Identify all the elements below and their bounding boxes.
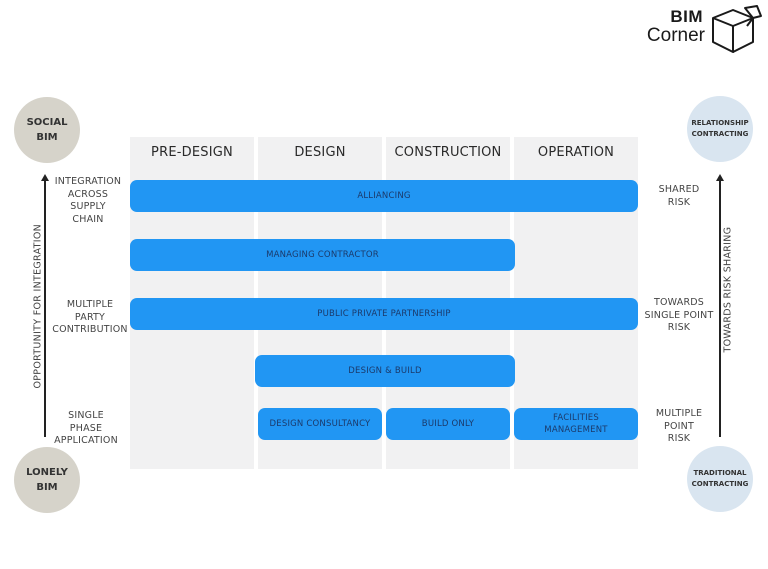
- open-box-icon: [712, 5, 762, 53]
- label-line: PARTY: [74, 311, 106, 323]
- circle-social-bim: SOCIAL BIM: [14, 97, 80, 163]
- label-line: ACROSS: [67, 188, 109, 200]
- circle-text: BIM: [36, 132, 58, 143]
- left-level-label: MULTIPLE PARTY CONTRIBUTION: [50, 299, 130, 337]
- circle-text: RELATIONSHIP: [691, 119, 749, 127]
- integration-axis-line: [44, 180, 46, 437]
- bim-corner-logo: BIM Corner: [640, 4, 765, 56]
- label-line: CHAIN: [72, 213, 104, 225]
- bar-facilities-management: FACILITIES MANAGEMENT: [514, 408, 638, 440]
- bar-managing-contractor: MANAGING CONTRACTOR: [130, 239, 515, 271]
- column-header-pre-design: PRE-DESIGN: [151, 145, 233, 160]
- circle-text: SOCIAL: [26, 117, 68, 128]
- risk-sharing-axis-line: [719, 180, 721, 437]
- bar-label: DESIGN CONSULTANCY: [269, 419, 371, 429]
- circle-relationship-contracting: RELATIONSHIP CONTRACTING: [687, 96, 753, 162]
- circle-text: LONELY: [26, 467, 68, 478]
- label-line: RISK: [667, 433, 691, 444]
- circle-text: CONTRACTING: [691, 480, 749, 488]
- right-level-label: TOWARDS SINGLE POINT RISK: [642, 297, 716, 335]
- left-level-label: SINGLE PHASE APPLICATION: [48, 410, 124, 448]
- label-line: RISK: [667, 322, 691, 333]
- label-line: MULTIPLE: [655, 408, 703, 419]
- circle-text: TRADITIONAL: [693, 469, 747, 477]
- label-line: POINT: [664, 420, 694, 432]
- risk-sharing-axis-label: TOWARDS RISK SHARING: [722, 226, 734, 353]
- bar-label-line1: FACILITIES: [553, 413, 599, 423]
- bar-label: MANAGING CONTRACTOR: [266, 250, 379, 260]
- label-line: SINGLE: [68, 410, 104, 421]
- left-level-label: INTEGRATION ACROSS SUPPLY CHAIN: [50, 176, 126, 226]
- label-line: SHARED: [658, 184, 700, 195]
- bar-label: DESIGN & BUILD: [348, 366, 422, 376]
- column-header-operation: OPERATION: [537, 145, 615, 160]
- bar-design-and-build: DESIGN & BUILD: [255, 355, 515, 387]
- circle-lonely-bim: LONELY BIM: [14, 447, 80, 513]
- circle-text: BIM: [36, 482, 58, 493]
- bar-label: ALLIANCING: [357, 191, 411, 201]
- integration-axis-label: OPPORTUNITY FOR INTEGRATION: [32, 223, 44, 389]
- label-line: SUPPLY: [70, 201, 106, 212]
- label-line: CONTRIBUTION: [52, 324, 128, 335]
- bar-public-private-partnership: PUBLIC PRIVATE PARTNERSHIP: [130, 298, 638, 330]
- label-line: RISK: [667, 196, 691, 208]
- label-line: TOWARDS: [654, 297, 704, 308]
- label-line: PHASE: [69, 422, 103, 434]
- bar-design-consultancy: DESIGN CONSULTANCY: [258, 408, 382, 440]
- label-line: APPLICATION: [54, 435, 118, 446]
- label-line: MULTIPLE: [66, 299, 114, 310]
- logo-text-bim: BIM: [670, 7, 703, 26]
- bar-alliancing: ALLIANCING: [130, 180, 638, 212]
- right-level-label: SHARED RISK: [642, 184, 716, 209]
- label-line: SINGLE POINT: [644, 309, 714, 321]
- circle-traditional-contracting: TRADITIONAL CONTRACTING: [687, 446, 753, 512]
- logo-text-corner: Corner: [646, 25, 705, 46]
- bar-build-only: BUILD ONLY: [386, 408, 510, 440]
- column-header-design: DESIGN: [294, 145, 346, 160]
- bar-label-line2: MANAGEMENT: [544, 425, 608, 435]
- label-line: INTEGRATION: [54, 176, 122, 187]
- bar-label: BUILD ONLY: [421, 419, 475, 429]
- right-level-label: MULTIPLE POINT RISK: [642, 408, 716, 446]
- bar-label: PUBLIC PRIVATE PARTNERSHIP: [317, 309, 451, 319]
- circle-text: CONTRACTING: [691, 130, 749, 138]
- column-header-construction: CONSTRUCTION: [394, 145, 502, 160]
